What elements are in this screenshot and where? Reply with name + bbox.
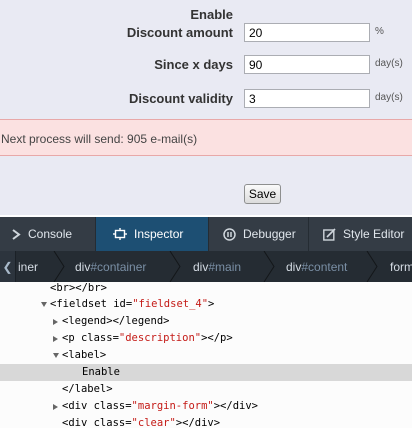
since-days-label: Since x days	[154, 57, 233, 72]
expand-toggle-icon[interactable]	[53, 353, 59, 358]
breadcrumb: ❮ iner div #container div #main div #conten…	[0, 251, 412, 282]
console-icon	[12, 228, 21, 240]
breadcrumb-selector: #container	[90, 259, 147, 274]
markup-node-text: <div class="margin-form"></div>	[62, 400, 258, 412]
breadcrumb-selector: #content	[301, 259, 348, 274]
expand-toggle-icon[interactable]	[41, 302, 47, 307]
discount-validity-input[interactable]	[244, 89, 370, 108]
save-button[interactable]: Save	[244, 184, 281, 204]
discount-validity-label: Discount validity	[128, 91, 233, 106]
breadcrumb-item[interactable]: div #container	[75, 251, 146, 282]
since-days-unit: day(s)	[375, 58, 403, 69]
collapse-toggle-icon[interactable]	[53, 319, 58, 325]
discount-amount-unit: %	[375, 26, 384, 37]
markup-node[interactable]: <legend></legend>	[0, 313, 412, 330]
markup-node[interactable]: </label>	[0, 381, 412, 398]
breadcrumb-item[interactable]: iner	[18, 251, 38, 282]
tab-debugger[interactable]: Debugger	[209, 217, 309, 251]
debugger-icon	[223, 227, 236, 241]
devtools-toolbar: Console Inspector Debugger Style Editor	[0, 217, 412, 251]
discount-validity-unit: day(s)	[375, 92, 403, 103]
web-page: Enable Discount amount % Since x days da…	[0, 0, 412, 215]
markup-node-text: <br></br>	[50, 282, 107, 294]
tab-style-editor-label: Style Editor	[343, 227, 405, 241]
tab-inspector-label: Inspector	[134, 227, 184, 241]
inspector-icon	[113, 228, 127, 240]
markup-node-text: <p class="description"></p>	[62, 332, 233, 344]
markup-node-text: <fieldset id="fieldset_4">	[50, 298, 215, 310]
markup-node[interactable]: <label>	[0, 347, 412, 364]
tab-inspector[interactable]: Inspector	[96, 217, 209, 251]
breadcrumb-tag: div	[286, 259, 302, 274]
markup-node[interactable]: <fieldset id="fieldset_4">	[0, 296, 412, 313]
breadcrumb-tag: div	[193, 259, 209, 274]
markup-node-text: </label>	[62, 383, 113, 395]
tab-debugger-label: Debugger	[243, 227, 296, 241]
style-editor-icon	[323, 227, 336, 241]
markup-view: <br></br> <fieldset id="fieldset_4"> <le…	[0, 282, 412, 428]
breadcrumb-separator-icon	[366, 251, 378, 282]
markup-node[interactable]: <p class="description"></p>	[0, 330, 412, 347]
breadcrumb-tag: form	[390, 259, 412, 274]
since-days-input[interactable]	[244, 55, 370, 74]
tab-style-editor[interactable]: Style Editor	[309, 217, 412, 251]
breadcrumb-scroll-left-icon[interactable]: ❮	[0, 251, 16, 282]
breadcrumb-item[interactable]: form	[390, 251, 412, 282]
breadcrumb-separator-icon	[263, 251, 275, 282]
tab-console-label: Console	[28, 227, 73, 241]
collapse-toggle-icon[interactable]	[53, 336, 58, 342]
markup-node-selected[interactable]: Enable	[0, 364, 412, 381]
markup-node[interactable]: <br></br>	[0, 280, 412, 297]
breadcrumb-item[interactable]: div #content	[286, 251, 347, 282]
markup-node-text: <div class="clear"></div>	[62, 417, 221, 428]
tab-console[interactable]: Console	[0, 217, 96, 251]
collapse-toggle-icon[interactable]	[53, 404, 58, 410]
breadcrumb-selector: #main	[208, 259, 242, 274]
markup-node[interactable]: <div class="clear"></div>	[0, 415, 412, 428]
discount-amount-label: Discount amount	[126, 25, 233, 40]
markup-node[interactable]: <div class="margin-form"></div>	[0, 398, 412, 415]
enable-label: Enable	[190, 7, 233, 22]
breadcrumb-tag: div	[75, 259, 91, 274]
breadcrumb-item[interactable]: div #main	[193, 251, 241, 282]
markup-node-text: <label>	[62, 349, 107, 361]
breadcrumb-separator-icon	[169, 251, 181, 282]
breadcrumb-separator-icon	[53, 251, 65, 282]
discount-amount-input[interactable]	[244, 23, 370, 42]
markup-node-text: <legend></legend>	[62, 315, 170, 327]
markup-text-node: Enable	[82, 366, 120, 378]
notice-message: Next process will send: 905 e-mail(s)	[0, 119, 412, 156]
breadcrumb-tag: iner	[18, 259, 39, 274]
